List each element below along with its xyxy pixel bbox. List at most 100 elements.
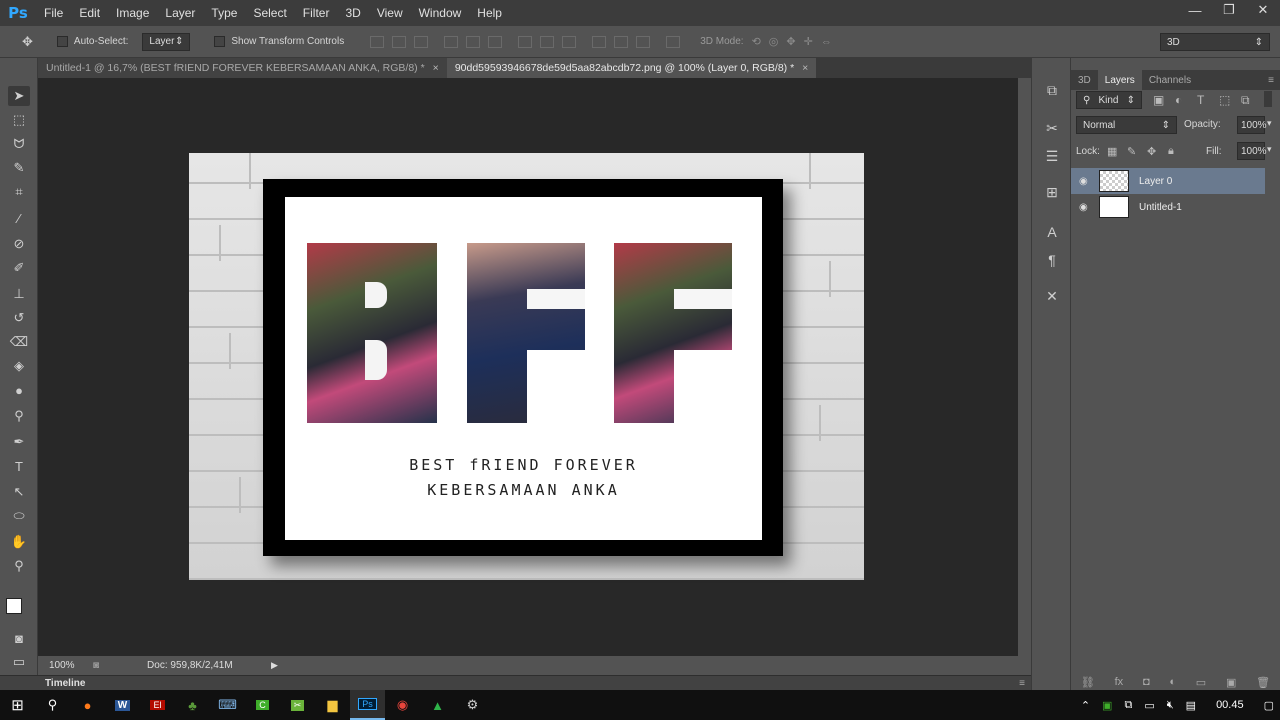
tray-app-icon[interactable]: ▣: [1102, 699, 1112, 712]
filter-shape-icon[interactable]: ⬚: [1219, 93, 1230, 107]
firefox-icon[interactable]: ●: [70, 690, 105, 720]
paragraph-panel-icon[interactable]: ¶: [1042, 250, 1062, 270]
app-triangle-icon[interactable]: ▲: [420, 690, 455, 720]
layer-style-icon[interactable]: fx: [1115, 676, 1124, 690]
menu-filter[interactable]: Filter: [295, 6, 338, 20]
move-tool-icon[interactable]: ➤: [8, 86, 30, 106]
delete-layer-icon[interactable]: 🗑︎: [1256, 676, 1270, 690]
tray-expand-icon[interactable]: ⌃: [1081, 699, 1090, 712]
tab-3d[interactable]: 3D: [1071, 70, 1098, 90]
people-icon[interactable]: ♣: [175, 690, 210, 720]
keyboard-icon[interactable]: ⌨: [210, 690, 245, 720]
pen-tool-icon[interactable]: ✒: [8, 432, 30, 452]
filter-toggle[interactable]: [1264, 91, 1272, 107]
brush-tool-icon[interactable]: ✐: [8, 258, 30, 278]
pdf-reader-icon[interactable]: El: [140, 690, 175, 720]
new-group-icon[interactable]: ▭: [1196, 676, 1206, 690]
auto-align-icon[interactable]: [666, 35, 681, 48]
distribute-bottom-icon[interactable]: [562, 35, 577, 48]
tab-channels[interactable]: Channels: [1142, 70, 1198, 90]
menu-image[interactable]: Image: [108, 6, 157, 20]
volume-muted-icon[interactable]: 🔇︎: [1167, 699, 1174, 712]
chrome-icon[interactable]: ◉: [385, 690, 420, 720]
language-icon[interactable]: ▤: [1186, 699, 1196, 712]
maximize-button[interactable]: ❐: [1212, 0, 1246, 20]
healing-brush-tool-icon[interactable]: ⊘: [8, 234, 30, 254]
word-icon[interactable]: W: [105, 690, 140, 720]
layer-row-untitled-1[interactable]: ◉ Untitled-1: [1071, 194, 1265, 220]
new-adjustment-icon[interactable]: ◐: [1169, 676, 1176, 690]
3d-pan-icon[interactable]: ✥: [786, 35, 795, 48]
tab-layers[interactable]: Layers: [1097, 70, 1142, 90]
paint-bucket-tool-icon[interactable]: ◈: [8, 356, 30, 376]
3d-rotate-icon[interactable]: ⟲: [752, 35, 761, 48]
filter-pixel-icon[interactable]: ▣: [1153, 93, 1164, 107]
panel-menu-icon[interactable]: ≡: [1268, 70, 1274, 90]
quick-mask-icon[interactable]: ◙: [8, 628, 30, 648]
eraser-tool-icon[interactable]: ⌫: [8, 332, 30, 352]
menu-type[interactable]: Type: [203, 6, 245, 20]
status-arrow-icon[interactable]: ▶: [271, 660, 278, 671]
zoom-level[interactable]: 100%: [49, 660, 89, 671]
zoom-tool-icon[interactable]: ⚲: [8, 556, 30, 576]
dodge-tool-icon[interactable]: ⚲: [8, 406, 30, 426]
3d-scale-icon[interactable]: ⇔: [821, 36, 832, 48]
hand-tool-icon[interactable]: ✋: [8, 532, 30, 552]
visibility-eye-icon[interactable]: ◉: [1079, 202, 1093, 213]
status-info-icon[interactable]: ◙: [93, 660, 99, 671]
align-right-icon[interactable]: [488, 35, 503, 48]
distribute-hcenter-icon[interactable]: [614, 35, 629, 48]
link-layers-icon[interactable]: ⛓: [1081, 676, 1095, 690]
filter-adjustment-icon[interactable]: ◐: [1175, 93, 1182, 107]
menu-edit[interactable]: Edit: [71, 6, 108, 20]
lock-position-icon[interactable]: ✥: [1147, 145, 1156, 158]
workspace-dropdown[interactable]: 3D ⇕: [1160, 33, 1270, 51]
opacity-arrow-icon[interactable]: ▾: [1267, 118, 1272, 129]
opacity-input[interactable]: 100%: [1237, 116, 1267, 134]
type-tool-icon[interactable]: T: [8, 456, 30, 476]
3d-roll-icon[interactable]: ◎: [769, 35, 779, 48]
show-transform-checkbox[interactable]: [214, 36, 226, 47]
quick-select-tool-icon[interactable]: ✎: [8, 158, 30, 178]
blur-tool-icon[interactable]: ●: [8, 380, 30, 400]
minimize-button[interactable]: —: [1178, 0, 1212, 20]
layer-row-layer-0[interactable]: ◉ Layer 0: [1071, 168, 1265, 194]
lock-transparent-icon[interactable]: ▦: [1107, 145, 1117, 158]
distribute-vcenter-icon[interactable]: [540, 35, 555, 48]
3d-slide-icon[interactable]: ✛: [804, 35, 813, 48]
properties-icon[interactable]: ⊞: [1042, 182, 1062, 202]
kind-filter-dropdown[interactable]: ⚲ Kind ⇕: [1076, 91, 1142, 109]
menu-view[interactable]: View: [369, 6, 411, 20]
app-tool-icon[interactable]: ⚙: [455, 690, 490, 720]
clock[interactable]: 00.45: [1216, 699, 1244, 711]
menu-help[interactable]: Help: [469, 6, 510, 20]
filter-smart-object-icon[interactable]: ⧉: [1241, 93, 1250, 108]
tab-png-document[interactable]: 90dd59593946678de59d5aa82abcdb72.png @ 1…: [446, 58, 817, 78]
align-vcenter-icon[interactable]: [392, 35, 407, 48]
timeline-menu-icon[interactable]: ≡: [1019, 678, 1025, 689]
eyedropper-tool-icon[interactable]: ⁄: [8, 208, 30, 228]
fill-arrow-icon[interactable]: ▾: [1267, 144, 1272, 155]
move-tool-icon[interactable]: ✥: [22, 34, 33, 50]
camtasia-icon[interactable]: C: [245, 690, 280, 720]
distribute-left-icon[interactable]: [592, 35, 607, 48]
filter-type-icon[interactable]: T: [1197, 93, 1204, 107]
menu-3d[interactable]: 3D: [337, 6, 368, 20]
distribute-right-icon[interactable]: [636, 35, 651, 48]
windows-start-icon[interactable]: ⊞: [0, 690, 35, 720]
notifications-icon[interactable]: ▢: [1264, 699, 1274, 712]
file-explorer-icon[interactable]: ▆: [315, 690, 350, 720]
menu-select[interactable]: Select: [245, 6, 294, 20]
blend-mode-dropdown[interactable]: Normal ⇕: [1076, 116, 1177, 134]
tab-untitled-1[interactable]: Untitled-1 @ 16,7% (BEST fRIEND FOREVER …: [38, 58, 447, 78]
lock-pixels-icon[interactable]: ✎: [1127, 145, 1136, 158]
align-top-icon[interactable]: [370, 35, 385, 48]
auto-select-checkbox[interactable]: [56, 36, 68, 47]
align-bottom-icon[interactable]: [414, 35, 429, 48]
menu-window[interactable]: Window: [411, 6, 470, 20]
menu-layer[interactable]: Layer: [157, 6, 203, 20]
tab-close-icon[interactable]: ×: [433, 62, 439, 74]
photoshop-taskbar-icon[interactable]: Ps: [350, 690, 385, 720]
tab-close-icon[interactable]: ×: [802, 62, 808, 74]
timeline-label[interactable]: Timeline: [45, 678, 85, 689]
